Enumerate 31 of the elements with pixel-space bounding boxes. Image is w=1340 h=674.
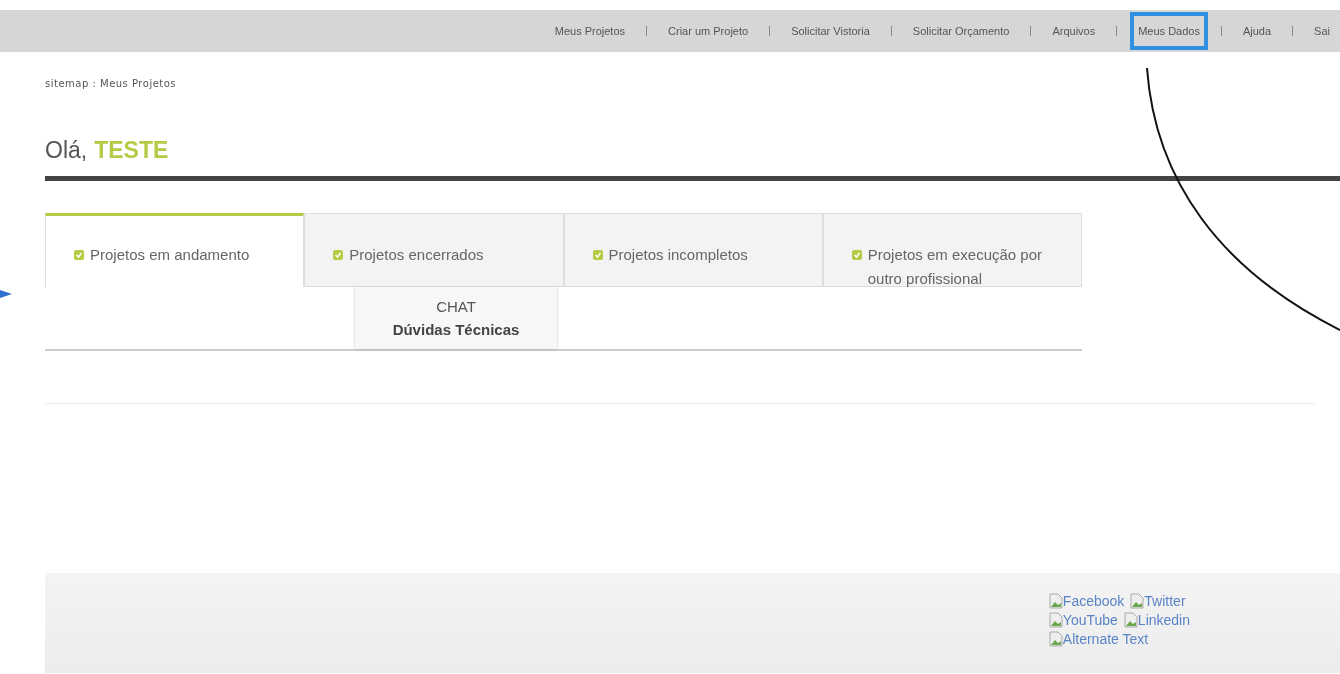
project-tab[interactable]: Projetos incompletos <box>563 213 823 287</box>
nav-link[interactable]: Meus Projetos <box>546 12 634 50</box>
social-link[interactable]: Alternate Text <box>1048 631 1149 647</box>
chat-button[interactable]: CHAT Dúvidas Técnicas <box>355 287 557 349</box>
social-link[interactable]: Facebook <box>1048 593 1125 609</box>
greeting-text: Olá, <box>45 137 88 164</box>
broken-image-icon <box>1123 612 1138 628</box>
broken-image-icon <box>1130 593 1145 609</box>
broken-image-icon <box>1048 593 1063 609</box>
nav-link[interactable]: Solicitar Orçamento <box>904 12 1018 50</box>
project-tab[interactable]: Projetos em execução por outro profissional <box>822 213 1082 287</box>
nav-link[interactable]: Arquivos <box>1044 12 1104 50</box>
broken-image-icon <box>1048 631 1063 647</box>
project-tab[interactable]: Projetos em andamento <box>45 213 305 287</box>
user-name: TESTE <box>94 137 169 164</box>
nav-link[interactable]: Ajuda <box>1234 12 1280 50</box>
social-link[interactable]: Linkedin <box>1123 612 1190 628</box>
social-link[interactable]: Twitter <box>1130 593 1186 609</box>
check-icon <box>592 250 603 260</box>
broken-image-icon <box>1048 612 1063 628</box>
arrow-icon <box>0 290 12 298</box>
nav-link[interactable]: Solicitar Vistoria <box>783 12 878 50</box>
check-icon <box>333 250 344 260</box>
social-link[interactable]: YouTube <box>1048 612 1118 628</box>
nav-link[interactable]: Criar um Projeto <box>660 12 757 50</box>
nav-link[interactable]: Meus Dados <box>1130 12 1208 50</box>
check-icon <box>851 250 862 260</box>
project-tab[interactable]: Projetos encerrados <box>304 213 564 287</box>
breadcrumb: sitemap : Meus Projetos <box>45 78 178 89</box>
nav-link[interactable]: Sai <box>1306 12 1338 50</box>
check-icon <box>74 250 84 260</box>
